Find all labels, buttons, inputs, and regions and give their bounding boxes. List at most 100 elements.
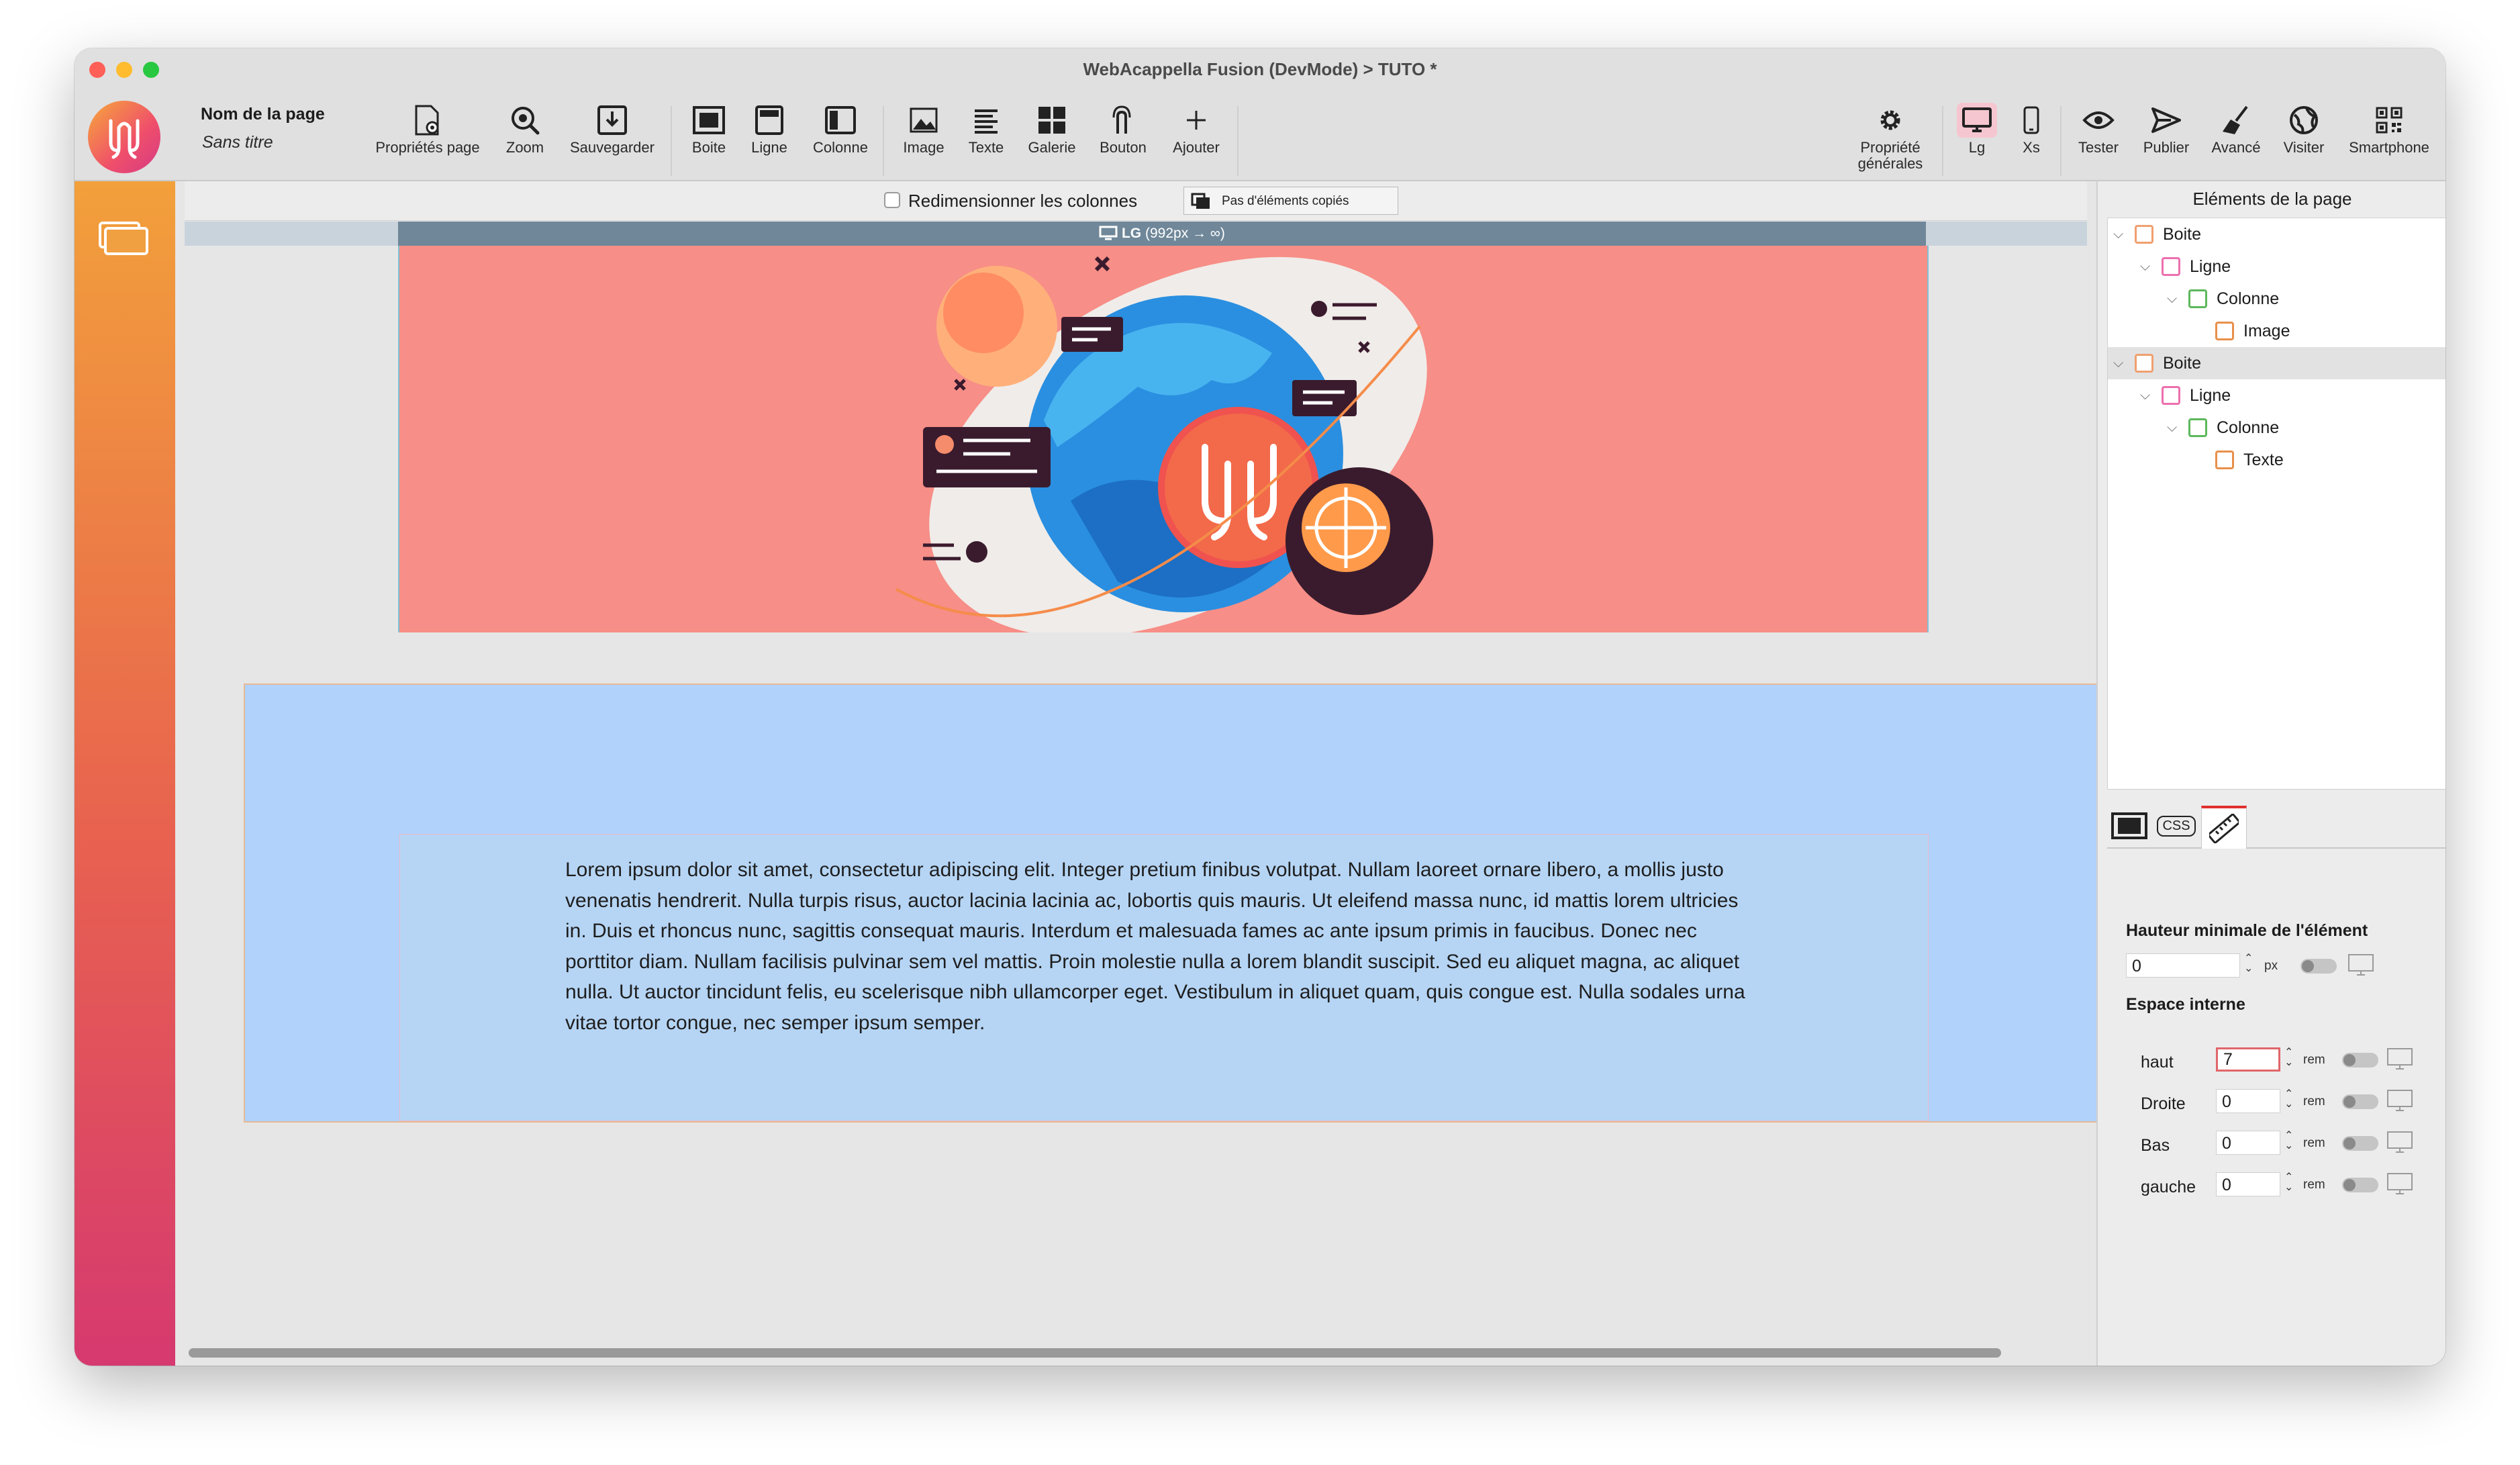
- save-button[interactable]: Sauvegarder: [562, 101, 663, 156]
- padding-left-stepper[interactable]: ⌃ ⌄: [2284, 1172, 2293, 1193]
- add-gallery-button[interactable]: Galerie: [1018, 101, 1085, 156]
- layout-icon: [2111, 812, 2147, 839]
- padding-bottom-toggle[interactable]: [2342, 1136, 2378, 1151]
- tab-dimensions[interactable]: [2201, 806, 2247, 849]
- touch-icon: [1112, 105, 1131, 134]
- gallery-icon: [1038, 107, 1065, 134]
- test-label: Tester: [2078, 139, 2119, 156]
- min-height-input[interactable]: 0: [2126, 953, 2240, 978]
- desktop-icon[interactable]: [2386, 1089, 2413, 1113]
- zoom-button[interactable]: Zoom: [495, 101, 555, 156]
- lg-breakpoint-button[interactable]: Lg: [1950, 101, 2004, 156]
- eye-icon: [2082, 111, 2115, 129]
- chevron-down-icon[interactable]: ⌵: [2167, 283, 2177, 315]
- padding-top-input[interactable]: 7: [2216, 1047, 2280, 1072]
- copied-elements-button[interactable]: Pas d'éléments copiés: [1183, 187, 1398, 215]
- tree-item-box[interactable]: ⌵ Boite: [2108, 218, 2445, 250]
- button-label: Bouton: [1100, 139, 1147, 156]
- toolbar-separator: [1942, 106, 1943, 176]
- gallery-label: Galerie: [1028, 139, 1076, 156]
- desktop-icon[interactable]: [2386, 1172, 2413, 1196]
- elements-tree[interactable]: ⌵ Boite ⌵ Ligne ⌵ Colonne Image ⌵ Boite …: [2107, 218, 2445, 790]
- padding-left-toggle[interactable]: [2342, 1178, 2378, 1192]
- padding-top-unit: rem: [2303, 1053, 2325, 1067]
- page-properties-button[interactable]: Propriétés page: [367, 101, 488, 156]
- app-window: WebAcappella Fusion (DevMode) > TUTO * N…: [75, 48, 2445, 1366]
- padding-left-input[interactable]: 0: [2216, 1172, 2280, 1196]
- padding-right-input[interactable]: 0: [2216, 1089, 2280, 1113]
- add-image-button[interactable]: Image: [893, 101, 954, 156]
- min-height-stepper[interactable]: ⌃ ⌄: [2244, 953, 2253, 974]
- padding-right-stepper[interactable]: ⌃ ⌄: [2284, 1089, 2293, 1110]
- advanced-button[interactable]: Avancé: [2202, 101, 2270, 156]
- smartphone-button[interactable]: Smartphone: [2342, 101, 2436, 156]
- page-name-label[interactable]: Nom de la page: [201, 105, 325, 124]
- row-label: Ligne: [751, 139, 787, 156]
- chevron-down-icon[interactable]: ⌵: [2113, 347, 2123, 379]
- tree-item-label: Colonne: [2217, 418, 2280, 437]
- globe-icon: [2290, 106, 2318, 134]
- chevron-down-icon[interactable]: ⌵: [2140, 250, 2150, 283]
- min-height-heading: Hauteur minimale de l'élément: [2126, 921, 2368, 940]
- horizontal-scrollbar[interactable]: [189, 1348, 2001, 1358]
- panel-title: Eléments de la page: [2192, 189, 2352, 209]
- add-column-button[interactable]: Colonne: [804, 101, 877, 156]
- add-box-button[interactable]: Boite: [679, 101, 739, 156]
- chevron-down-icon[interactable]: ⌵: [2167, 412, 2177, 444]
- copy-icon: [1191, 193, 1210, 209]
- desktop-icon[interactable]: [2386, 1131, 2413, 1155]
- chevron-down-icon[interactable]: ⌵: [2140, 379, 2150, 412]
- ruler-icon: [2209, 814, 2239, 843]
- tree-item-box[interactable]: ⌵ Boite: [2108, 347, 2445, 379]
- xs-breakpoint-button[interactable]: Xs: [2008, 101, 2055, 156]
- padding-top-stepper[interactable]: ⌃ ⌄: [2284, 1047, 2293, 1068]
- page-elements-panel: Eléments de la page ⌵ Boite ⌵ Ligne ⌵ Co…: [2096, 181, 2445, 1366]
- tree-item-row[interactable]: ⌵ Ligne: [2108, 379, 2445, 412]
- min-height-toggle[interactable]: [2300, 959, 2337, 974]
- visit-button[interactable]: Visiter: [2274, 101, 2334, 156]
- resize-columns-checkbox[interactable]: [884, 192, 900, 208]
- padding-bottom-input[interactable]: 0: [2216, 1131, 2280, 1155]
- add-text-button[interactable]: Texte: [959, 101, 1013, 156]
- text-icon: [975, 109, 998, 134]
- tree-item-column[interactable]: ⌵ Colonne: [2108, 412, 2445, 444]
- test-button[interactable]: Tester: [2068, 101, 2129, 156]
- app-logo-icon[interactable]: [88, 101, 160, 173]
- page-title-value[interactable]: Sans titre: [202, 133, 273, 152]
- padding-bottom-stepper[interactable]: ⌃ ⌄: [2284, 1131, 2293, 1151]
- editor-canvas[interactable]: Redimensionner les colonnes Pas d'élémen…: [175, 181, 2099, 1366]
- globe-illustration-image[interactable]: [896, 246, 1433, 632]
- tree-item-text[interactable]: Texte: [2108, 444, 2445, 476]
- tab-layout[interactable]: [2107, 806, 2151, 846]
- text-column[interactable]: Lorem ipsum dolor sit amet, consectetur …: [399, 834, 1929, 1121]
- desktop-icon[interactable]: [2347, 953, 2374, 978]
- layers-icon[interactable]: [97, 220, 151, 258]
- tree-item-label: Ligne: [2190, 386, 2231, 405]
- add-label: Ajouter: [1173, 139, 1220, 156]
- lorem-text-block[interactable]: Lorem ipsum dolor sit amet, consectetur …: [565, 855, 1760, 1039]
- desktop-icon: [1099, 226, 1118, 240]
- tree-item-column[interactable]: ⌵ Colonne: [2108, 283, 2445, 315]
- padding-top-toggle[interactable]: [2342, 1053, 2378, 1068]
- publish-button[interactable]: Publier: [2133, 101, 2200, 156]
- general-properties-button[interactable]: Propriété générales: [1847, 101, 1934, 172]
- text-box[interactable]: Lorem ipsum dolor sit amet, consectetur …: [244, 683, 2099, 1123]
- tab-css[interactable]: CSS: [2154, 806, 2198, 846]
- tree-item-label: Boite: [2163, 354, 2201, 373]
- breakpoint-range: (992px → ∞): [1145, 226, 1225, 241]
- row-icon: [2162, 386, 2180, 405]
- add-button-button[interactable]: Bouton: [1089, 101, 1157, 156]
- save-icon: [597, 105, 627, 135]
- resize-columns-label[interactable]: Redimensionner les colonnes: [908, 191, 1137, 211]
- column-icon: [2188, 289, 2207, 308]
- image-box[interactable]: [398, 246, 1929, 632]
- text-icon: [2215, 451, 2234, 469]
- desktop-icon[interactable]: [2386, 1047, 2413, 1072]
- padding-right-toggle[interactable]: [2342, 1094, 2378, 1109]
- toolbar-separator: [671, 106, 672, 176]
- chevron-down-icon[interactable]: ⌵: [2113, 218, 2123, 250]
- add-element-button[interactable]: Ajouter: [1159, 101, 1233, 156]
- tree-item-image[interactable]: Image: [2108, 315, 2445, 347]
- add-row-button[interactable]: Ligne: [739, 101, 799, 156]
- tree-item-row[interactable]: ⌵ Ligne: [2108, 250, 2445, 283]
